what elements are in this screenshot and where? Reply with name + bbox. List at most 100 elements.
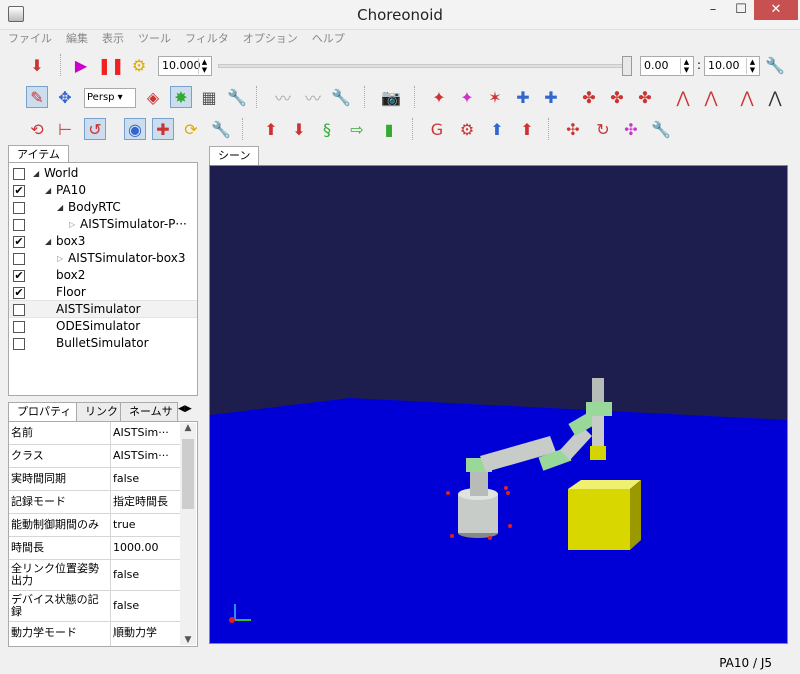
property-row-dynamics-mode[interactable]: 動力学モード 順動力学: [9, 622, 181, 646]
close-button[interactable]: ✕: [754, 0, 798, 20]
scene-view[interactable]: [209, 165, 788, 644]
stop-icon[interactable]: ▮: [378, 118, 400, 140]
checkbox-aistsimulator-pa10[interactable]: [13, 219, 25, 231]
menu-tools[interactable]: ツール: [138, 30, 171, 48]
view-mode-icon[interactable]: ✥: [54, 86, 76, 108]
waveform-icon[interactable]: 〰: [272, 86, 294, 108]
menu-options[interactable]: オプション: [243, 30, 298, 48]
tab-properties[interactable]: プロパティ: [8, 402, 81, 422]
checkbox-aistsimulator-box3[interactable]: [13, 253, 25, 265]
property-row-realtime-sync[interactable]: 実時間同期 false: [9, 468, 181, 491]
sim-icon-1[interactable]: ✣: [562, 118, 584, 140]
camera-icon[interactable]: 📷: [380, 86, 402, 108]
body-icon-4[interactable]: ⋀: [764, 86, 786, 108]
checkbox-box3[interactable]: ✔: [13, 236, 25, 248]
key-pose-up-icon[interactable]: ⬆: [260, 118, 282, 140]
current-time-spinbox[interactable]: 0.00 ▲ ▼: [640, 56, 694, 76]
property-row-device-record[interactable]: デバイス状態の記録 false: [9, 591, 181, 622]
checkbox-bulletsimulator[interactable]: [13, 338, 25, 350]
load-icon[interactable]: ⬇: [26, 54, 48, 76]
checkbox-aistsimulator[interactable]: [13, 304, 25, 316]
checkbox-odesimulator[interactable]: [13, 321, 25, 333]
menu-file[interactable]: ファイル: [8, 30, 52, 48]
body-icon-2[interactable]: ⋀: [700, 86, 722, 108]
pose-icon-3[interactable]: ✶: [484, 86, 506, 108]
scroll-down-icon[interactable]: ▼: [180, 635, 196, 645]
on-icon[interactable]: ⚙: [456, 118, 478, 140]
tree-item-pa10[interactable]: ✔ ◢ PA10: [9, 182, 197, 199]
property-value[interactable]: AISTSim···: [110, 445, 180, 467]
collision-icon[interactable]: ✸: [170, 86, 192, 108]
expand-icon[interactable]: ◢: [33, 165, 39, 182]
property-value[interactable]: AISTSim···: [110, 422, 180, 444]
up-arrow-icon[interactable]: ⬆: [486, 118, 508, 140]
property-row-class[interactable]: クラス AISTSim···: [9, 445, 181, 468]
ik-icon[interactable]: ↺: [84, 118, 106, 140]
sim-icon-3[interactable]: ✣: [620, 118, 642, 140]
checkbox-box2[interactable]: ✔: [13, 270, 25, 282]
property-value[interactable]: false: [110, 591, 180, 621]
pose-icon-1[interactable]: ✦: [428, 86, 450, 108]
play-forward-icon[interactable]: ⇨: [346, 118, 368, 140]
checkbox-floor[interactable]: ✔: [13, 287, 25, 299]
tab-scene[interactable]: シーン: [209, 146, 260, 165]
key-pose-down-icon[interactable]: ⬇: [288, 118, 310, 140]
property-row-active-control[interactable]: 能動制御期間のみ true: [9, 514, 181, 537]
tree-item-bodyrtc[interactable]: ◢ BodyRTC: [9, 199, 197, 216]
expand-icon[interactable]: ◢: [57, 199, 63, 216]
property-value[interactable]: false: [110, 560, 180, 590]
wrench-icon[interactable]: 🔧: [764, 54, 786, 76]
scrollbar-thumb[interactable]: [182, 439, 194, 509]
pose-icon-7[interactable]: ✤: [606, 86, 628, 108]
checkbox-bodyrtc[interactable]: [13, 202, 25, 214]
time-slider-handle[interactable]: [622, 56, 632, 76]
property-row-record-mode[interactable]: 記録モード 指定時間長: [9, 491, 181, 514]
menu-view[interactable]: 表示: [102, 30, 124, 48]
expand-icon[interactable]: ◢: [45, 182, 51, 199]
property-row-name[interactable]: 名前 AISTSim···: [9, 422, 181, 445]
pose-icon-6[interactable]: ✤: [578, 86, 600, 108]
gear-icon[interactable]: ⚙: [128, 54, 150, 76]
expand-icon[interactable]: ◢: [45, 233, 51, 250]
tree-item-aistsimulator-box3[interactable]: ▷ AISTSimulator-box3: [9, 250, 197, 267]
tab-scroll-icon[interactable]: ◀▶: [178, 404, 192, 414]
property-scrollbar[interactable]: ▲ ▼: [180, 423, 196, 645]
checkbox-pa10[interactable]: ✔: [13, 185, 25, 197]
tree-item-box2[interactable]: ✔ box2: [9, 267, 197, 284]
yellow-box[interactable]: [568, 480, 641, 550]
camera-select-icon[interactable]: ◈: [142, 86, 164, 108]
start-simulation-icon[interactable]: ▶: [70, 54, 92, 76]
tree-item-aistsimulator[interactable]: AISTSimulator: [9, 300, 197, 318]
sim-icon-2[interactable]: ↻: [592, 118, 614, 140]
property-value[interactable]: 指定時間長: [110, 491, 180, 513]
tree-item-floor[interactable]: ✔ Floor: [9, 284, 197, 301]
time-slider[interactable]: [218, 64, 630, 68]
tab-name-server[interactable]: ネームサ: [120, 402, 178, 422]
property-value[interactable]: true: [110, 514, 180, 536]
waveform-alt-icon[interactable]: 〰: [302, 86, 324, 108]
property-value[interactable]: false: [110, 468, 180, 490]
cycle-icon[interactable]: ⟳: [180, 118, 202, 140]
minimize-button[interactable]: –: [700, 0, 726, 20]
pause-simulation-icon[interactable]: ❚❚: [98, 54, 125, 76]
tree-item-box3[interactable]: ✔ ◢ box3: [9, 233, 197, 250]
com-icon[interactable]: ◉: [124, 118, 146, 140]
up-arrow-red-icon[interactable]: ⬆: [516, 118, 538, 140]
sd-icon[interactable]: §: [316, 118, 338, 140]
gc-icon[interactable]: G: [426, 118, 448, 140]
pose-icon-2[interactable]: ✦: [456, 86, 478, 108]
body-settings-icon[interactable]: 🔧: [210, 118, 232, 140]
camera-combo[interactable]: Persp ▾: [84, 88, 136, 108]
collapse-icon[interactable]: ▷: [69, 216, 75, 233]
tree-item-bulletsimulator[interactable]: BulletSimulator: [9, 335, 197, 352]
scene-settings-icon[interactable]: 🔧: [226, 86, 248, 108]
property-value[interactable]: 1000.00: [110, 537, 180, 559]
collapse-icon[interactable]: ▷: [57, 250, 63, 267]
menu-edit[interactable]: 編集: [66, 30, 88, 48]
menu-help[interactable]: ヘルプ: [312, 30, 345, 48]
scene-canvas[interactable]: [210, 166, 788, 644]
tree-item-odesimulator[interactable]: ODESimulator: [9, 318, 197, 335]
checkbox-world[interactable]: [13, 168, 25, 180]
link-icon[interactable]: ⟲: [26, 118, 48, 140]
max-time-spinbox[interactable]: 10.00 ▲ ▼: [704, 56, 760, 76]
